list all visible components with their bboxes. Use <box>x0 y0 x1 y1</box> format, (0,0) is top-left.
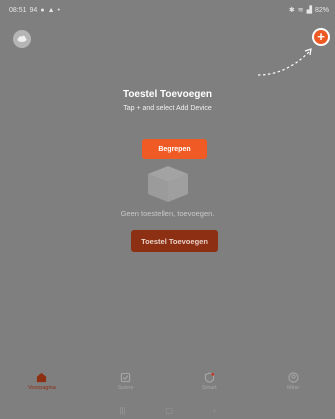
profile-avatar-button[interactable] <box>13 30 31 48</box>
empty-state-text: Geen toestellen, toevoegen. <box>120 209 215 218</box>
app-notification-icon: ▲ <box>47 6 55 14</box>
tab-label: Mine <box>287 384 300 391</box>
dashed-arrow-icon <box>257 48 312 76</box>
alarm-icon: ✱ <box>288 6 295 14</box>
tab-label: Scène <box>117 384 134 391</box>
recent-apps-icon[interactable]: ||| <box>119 406 125 415</box>
status-time: 08:51 <box>9 6 27 14</box>
dot-icon: • <box>57 6 60 14</box>
tab-scene[interactable]: Scène <box>96 372 156 391</box>
tab-smart[interactable]: Smart <box>179 371 239 391</box>
coach-title: Toestel Toevoegen <box>122 89 213 100</box>
wifi-icon: ≋ <box>297 6 304 14</box>
add-device-button[interactable]: Toestel Toevoegen <box>131 230 218 252</box>
system-nav-bar: ||| ▢ ‹ <box>0 401 335 419</box>
status-indicator: 94 <box>29 6 38 14</box>
status-bar: 08:51 94 ● ▲ • ✱ ≋ ▟ 82% <box>0 0 335 20</box>
tab-home[interactable]: Voorpagina <box>12 372 72 391</box>
profile-icon <box>287 371 299 383</box>
coach-subtitle: Tap + and select Add Device <box>123 105 212 112</box>
notification-icon: ● <box>40 6 45 14</box>
smart-icon <box>204 371 215 383</box>
tab-label: Voorpagina <box>27 384 56 391</box>
add-button[interactable]: + <box>312 28 330 46</box>
back-icon[interactable]: ‹ <box>213 406 216 415</box>
battery-level: 82% <box>314 6 329 14</box>
got-it-button[interactable]: Begrepen <box>142 139 207 159</box>
scene-icon <box>120 372 131 382</box>
signal-icon: ▟ <box>306 6 312 14</box>
tab-mine[interactable]: Mine <box>263 371 323 391</box>
empty-box-illustration <box>148 166 188 202</box>
home-nav-icon[interactable]: ▢ <box>166 406 174 415</box>
plus-icon: + <box>314 30 328 44</box>
cloud-icon <box>17 35 27 42</box>
home-icon <box>37 372 47 382</box>
tab-label: Smart <box>202 384 217 391</box>
bottom-tab-bar: Voorpagina Scène Smart Mine <box>0 364 335 398</box>
